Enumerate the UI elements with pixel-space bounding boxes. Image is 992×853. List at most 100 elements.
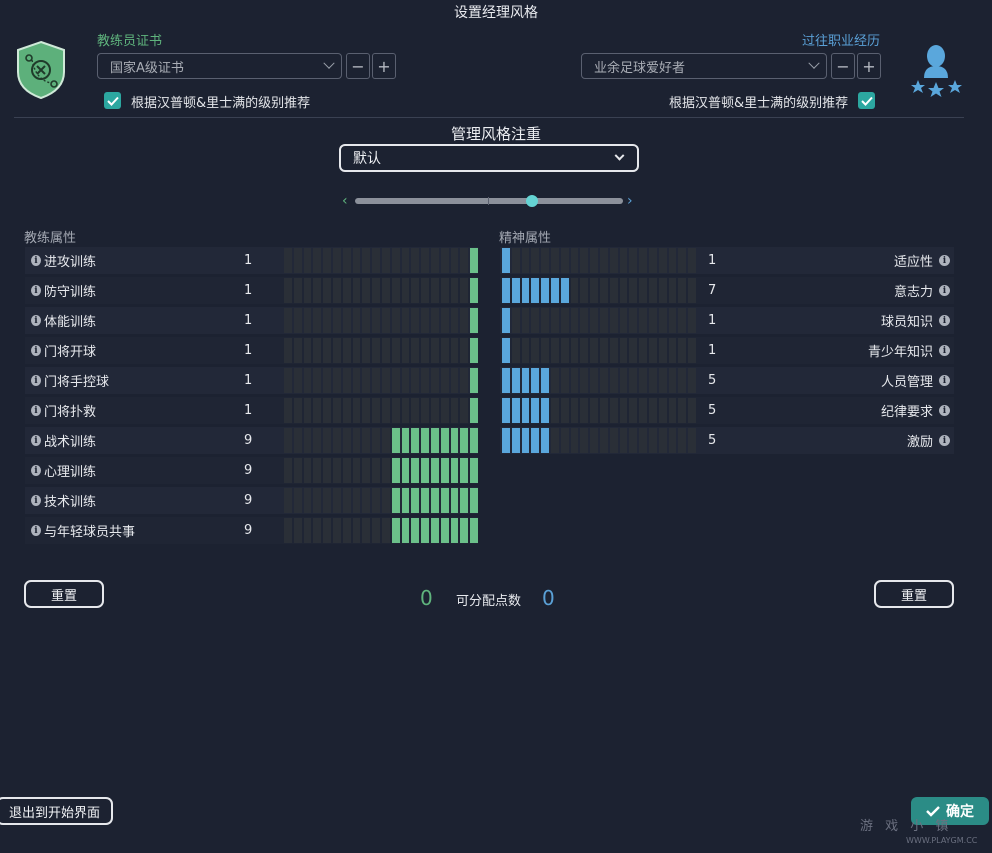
attribute-row[interactable]: i 进攻训练 1: [25, 247, 478, 274]
attribute-row[interactable]: i 心理训练 9: [25, 457, 478, 484]
info-icon[interactable]: i: [939, 285, 950, 296]
attribute-row[interactable]: 1 适应性 i: [500, 247, 954, 274]
bar-segment: [421, 518, 430, 543]
info-icon[interactable]: i: [31, 405, 41, 416]
attribute-row[interactable]: 5 激励 i: [500, 427, 954, 454]
bar-segment: [678, 278, 687, 303]
bar-segment: [391, 458, 400, 483]
info-icon[interactable]: i: [939, 435, 950, 446]
license-decrease-button[interactable]: −: [346, 53, 370, 79]
attribute-row[interactable]: i 战术训练 9: [25, 427, 478, 454]
bar-segment: [421, 308, 430, 333]
bar-segment: [333, 278, 341, 303]
bar-segment: [342, 428, 351, 453]
bar-segment: [293, 338, 302, 363]
attribute-row[interactable]: i 与年轻球员共事 9: [25, 517, 478, 544]
bar-segment: [372, 488, 381, 513]
watermark-url: WWW.PLAYGM.CC: [906, 836, 978, 845]
reset-coaching-button[interactable]: 重置: [24, 580, 104, 608]
bar-segment: [521, 428, 530, 453]
style-slider-track[interactable]: [355, 198, 623, 204]
bar-segment: [303, 518, 312, 543]
bar-segment: [560, 398, 569, 423]
slider-right-arrow-icon[interactable]: ›: [627, 193, 633, 209]
bar-segment: [678, 398, 687, 423]
bar-segment: [284, 308, 292, 333]
attribute-row[interactable]: i 体能训练 1: [25, 307, 478, 334]
bar-segment: [352, 368, 361, 393]
bar-segment: [541, 368, 549, 393]
attribute-bar: [502, 278, 696, 303]
playing-experience-dropdown[interactable]: 业余足球爱好者: [581, 53, 827, 79]
info-icon[interactable]: i: [939, 405, 950, 416]
experience-decrease-button[interactable]: −: [831, 53, 855, 79]
slider-center-tick: [488, 197, 489, 205]
reset-mental-button[interactable]: 重置: [874, 580, 954, 608]
info-icon[interactable]: i: [31, 375, 41, 386]
bar-segment: [284, 458, 292, 483]
bar-segment: [293, 278, 302, 303]
info-icon[interactable]: i: [31, 255, 41, 266]
info-icon[interactable]: i: [31, 345, 41, 356]
bar-segment: [678, 368, 687, 393]
bar-segment: [352, 518, 361, 543]
bar-segment: [401, 428, 410, 453]
bar-segment: [284, 248, 292, 273]
license-recommend-checkbox[interactable]: [104, 92, 121, 109]
bar-segment: [502, 308, 510, 333]
info-icon[interactable]: i: [31, 285, 41, 296]
attribute-row[interactable]: 5 人员管理 i: [500, 367, 954, 394]
bar-segment: [470, 488, 478, 513]
info-icon[interactable]: i: [31, 435, 41, 446]
info-icon[interactable]: i: [939, 345, 950, 356]
info-icon[interactable]: i: [31, 495, 41, 506]
bar-segment: [629, 368, 638, 393]
bar-segment: [401, 338, 410, 363]
bar-segment: [293, 458, 302, 483]
info-icon[interactable]: i: [939, 255, 950, 266]
bar-segment: [372, 398, 381, 423]
attribute-row[interactable]: i 门将开球 1: [25, 337, 478, 364]
attribute-value: 5: [707, 433, 717, 448]
info-icon[interactable]: i: [939, 315, 950, 326]
bar-segment: [541, 308, 549, 333]
attribute-row[interactable]: 7 意志力 i: [500, 277, 954, 304]
bar-segment: [303, 338, 312, 363]
info-icon[interactable]: i: [31, 315, 41, 326]
attribute-row[interactable]: i 门将手控球 1: [25, 367, 478, 394]
bar-segment: [580, 428, 589, 453]
attribute-name: 战术训练: [44, 435, 97, 450]
attribute-row[interactable]: 1 青少年知识 i: [500, 337, 954, 364]
attribute-row[interactable]: i 防守训练 1: [25, 277, 478, 304]
coaching-license-dropdown[interactable]: 国家A级证书: [97, 53, 342, 79]
attribute-row[interactable]: i 技术训练 9: [25, 487, 478, 514]
experience-recommend-checkbox[interactable]: [858, 92, 875, 109]
license-increase-button[interactable]: +: [372, 53, 396, 79]
info-icon[interactable]: i: [31, 465, 41, 476]
management-style-dropdown[interactable]: 默认: [339, 144, 639, 172]
bar-segment: [688, 428, 696, 453]
bar-segment: [284, 338, 292, 363]
bar-segment: [313, 278, 322, 303]
attribute-row[interactable]: 5 纪律要求 i: [500, 397, 954, 424]
bar-segment: [460, 308, 469, 333]
bar-segment: [619, 398, 628, 423]
playing-experience-value: 业余足球爱好者: [594, 60, 686, 76]
chevron-down-icon: [323, 57, 335, 69]
experience-increase-button[interactable]: +: [857, 53, 881, 79]
style-slider-thumb[interactable]: [525, 195, 538, 207]
bar-segment: [333, 338, 341, 363]
bar-segment: [688, 338, 696, 363]
bar-segment: [440, 518, 449, 543]
bar-segment: [668, 338, 677, 363]
info-icon[interactable]: i: [939, 375, 950, 386]
bar-segment: [391, 428, 400, 453]
attribute-row[interactable]: i 门将扑救 1: [25, 397, 478, 424]
bar-segment: [570, 248, 579, 273]
bar-segment: [372, 338, 381, 363]
attribute-row[interactable]: 1 球员知识 i: [500, 307, 954, 334]
slider-left-arrow-icon[interactable]: ‹: [342, 193, 348, 209]
attribute-name: 人员管理: [880, 375, 933, 390]
exit-to-start-button[interactable]: 退出到开始界面: [0, 797, 113, 825]
info-icon[interactable]: i: [31, 525, 41, 536]
